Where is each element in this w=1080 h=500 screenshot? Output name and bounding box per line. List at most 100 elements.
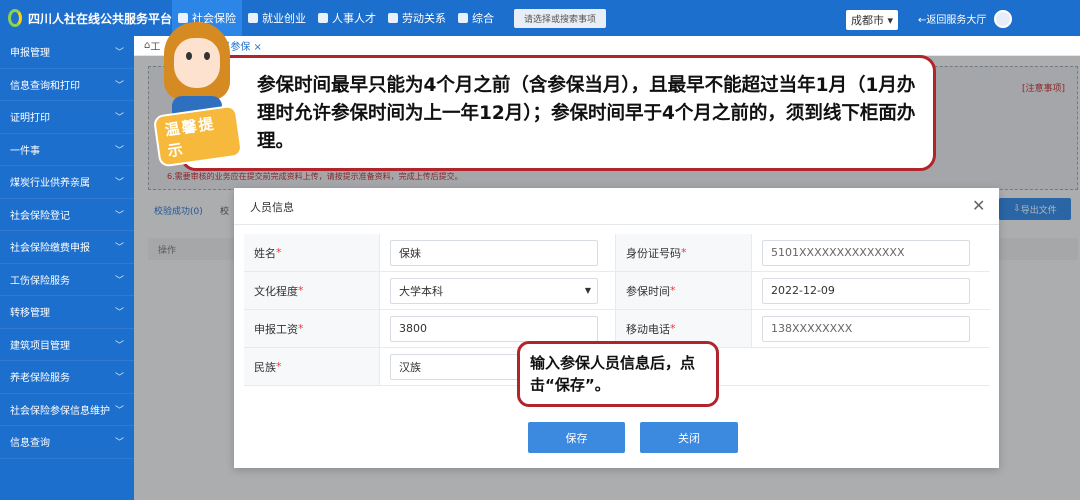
chevron-down-icon: ﹀ [114,113,124,124]
divider [234,224,999,225]
field-cell: 5101XXXXXXXXXXXXXX [752,234,990,271]
sidebar-item-label: 信息查询和打印 [10,80,80,92]
app-logo: 四川人社在线公共服务平台 [0,9,172,27]
ethnic-label: 民族 [254,360,276,374]
required-mark: * [670,284,676,297]
required-mark: * [276,360,282,373]
sidebar-item-label: 工伤保险服务 [10,275,70,287]
nav-general[interactable]: 综合 [452,0,500,36]
name-field[interactable]: 保妹 [390,239,598,266]
close-icon[interactable]: ✕ [972,196,985,215]
sidebar-item-label: 社会保险缴费申报 [10,243,90,255]
date-label: 参保时间 [626,284,670,298]
sidebar-item[interactable]: 申报管理 ﹀ [0,36,134,69]
id-label: 身份证号码 [626,246,681,260]
chevron-down-icon: ﹀ [114,438,124,449]
breadcrumb: ⌂ 工 民参保 × [134,36,1080,56]
search-input[interactable]: 请选择或搜索事项 [514,8,607,28]
form-row: 姓名 * 保妹 身份证号码 * 5101XXXXXXXXXXXXXX [244,234,990,272]
field-cell: 保妹 [380,234,616,271]
sidebar-item[interactable]: 信息查询和打印 ﹀ [0,69,134,101]
field-label: 申报工资 * [244,310,380,347]
required-mark: * [681,246,687,259]
chevron-down-icon: ﹀ [114,210,124,221]
sidebar-item[interactable]: 证明打印 ﹀ [0,101,134,134]
sidebar-item[interactable]: 工伤保险服务 ﹀ [0,264,134,296]
chevron-down-icon: ﹀ [114,178,124,189]
sidebar-item[interactable]: 养老保险服务 ﹀ [0,361,134,394]
wage-field[interactable]: 3800 [390,315,598,342]
chevron-down-icon: ﹀ [114,145,124,156]
briefcase-icon [248,13,258,23]
tip-text: 参保时间最早只能为4个月之前（含参保当月），且最早不能超过当年1月（1月办理时允… [257,75,916,152]
tip-callout: 参保时间最早只能为4个月之前（含参保当月），且最早不能超过当年1月（1月办理时允… [180,55,936,171]
sidebar-item-label: 社会保险登记 [10,210,70,222]
wage-label: 申报工资 [254,322,298,336]
field-cell: 138XXXXXXXX [752,310,990,347]
chevron-down-icon: ﹀ [114,308,124,319]
field-label: 参保时间 * [616,272,752,309]
field-cell: 2022-12-09 [752,272,990,309]
chevron-down-icon: ﹀ [114,340,124,351]
people-icon [318,13,328,23]
hint-text: 输入参保人员信息后，点击“保存”。 [530,354,696,394]
nav-label: 就业创业 [262,12,306,25]
caret-down-icon: ▼ [584,286,591,295]
sidebar: 申报管理 ﹀ 信息查询和打印 ﹀ 证明打印 ﹀ 一件事 ﹀ 煤炭行业供养亲属 ﹀ 社会保险… [0,36,134,500]
hint-callout: 输入参保人员信息后，点击“保存”。 [517,341,719,407]
form-row: 文化程度 * 大学本科 ▼ 参保时间 * 2022-12-09 [244,272,990,310]
field-label: 姓名 * [244,234,380,271]
city-select[interactable]: 成都市 ▾ [846,10,899,30]
avatar[interactable] [994,10,1012,28]
dialog-title: 人员信息 [250,201,294,214]
close-icon[interactable]: × [254,42,262,53]
folder-icon [388,13,398,23]
sidebar-item-label: 养老保险服务 [10,373,70,385]
chevron-down-icon: ﹀ [114,275,124,286]
sidebar-item[interactable]: 社会保险缴费申报 ﹀ [0,231,134,264]
sidebar-item-label: 转移管理 [10,308,50,320]
education-value: 大学本科 [399,284,443,298]
sidebar-item-label: 社会保险参保信息维护 [10,405,110,417]
nav-label: 人事人才 [332,12,376,25]
sidebar-item[interactable]: 煤炭行业供养亲属 ﹀ [0,166,134,199]
id-number-field[interactable]: 5101XXXXXXXXXXXXXX [762,239,970,266]
required-mark: * [298,284,304,297]
back-to-hall-link[interactable]: ←返回服务大厅 [918,11,986,26]
required-mark: * [670,322,676,335]
phone-field[interactable]: 138XXXXXXXX [762,315,970,342]
face [174,38,220,88]
sidebar-item-label: 证明打印 [10,113,50,125]
field-label: 身份证号码 * [616,234,752,271]
sidebar-item-label: 一件事 [10,145,40,157]
nav-label: 劳动关系 [402,12,446,25]
person-info-dialog: 人员信息 ✕ 姓名 * 保妹 身份证号码 * 5101XXXXXXXXXXXXXX … [234,188,999,468]
sidebar-item-label: 申报管理 [10,48,50,60]
sidebar-item[interactable]: 建筑项目管理 ﹀ [0,329,134,361]
chevron-down-icon: ﹀ [114,373,124,384]
sidebar-item[interactable]: 一件事 ﹀ [0,134,134,166]
close-button[interactable]: 关闭 [640,422,738,453]
chevron-down-icon: ﹀ [114,405,124,416]
name-label: 姓名 [254,246,276,260]
sidebar-item[interactable]: 信息查询 ﹀ [0,426,134,459]
chevron-down-icon: ﹀ [114,48,124,59]
city-label: 成都市 [851,14,884,27]
save-button[interactable]: 保存 [528,422,625,453]
education-select[interactable]: 大学本科 ▼ [390,277,598,304]
field-label: 文化程度 * [244,272,380,309]
sidebar-item[interactable]: 转移管理 ﹀ [0,296,134,329]
chevron-down-icon: ﹀ [114,243,124,254]
nav-talent[interactable]: 人事人才 [312,0,382,36]
chevron-down-icon: ▾ [884,14,894,27]
nav-employment[interactable]: 就业创业 [242,0,312,36]
required-mark: * [298,322,304,335]
sidebar-item[interactable]: 社会保险参保信息维护 ﹀ [0,394,134,426]
logo-icon [8,9,22,27]
sidebar-item-label: 建筑项目管理 [10,340,70,352]
sidebar-item[interactable]: 社会保险登记 ﹀ [0,199,134,231]
required-mark: * [276,246,282,259]
insured-date-field[interactable]: 2022-12-09 [762,277,970,304]
nav-labor[interactable]: 劳动关系 [382,0,452,36]
sidebar-item-label: 信息查询 [10,438,50,450]
